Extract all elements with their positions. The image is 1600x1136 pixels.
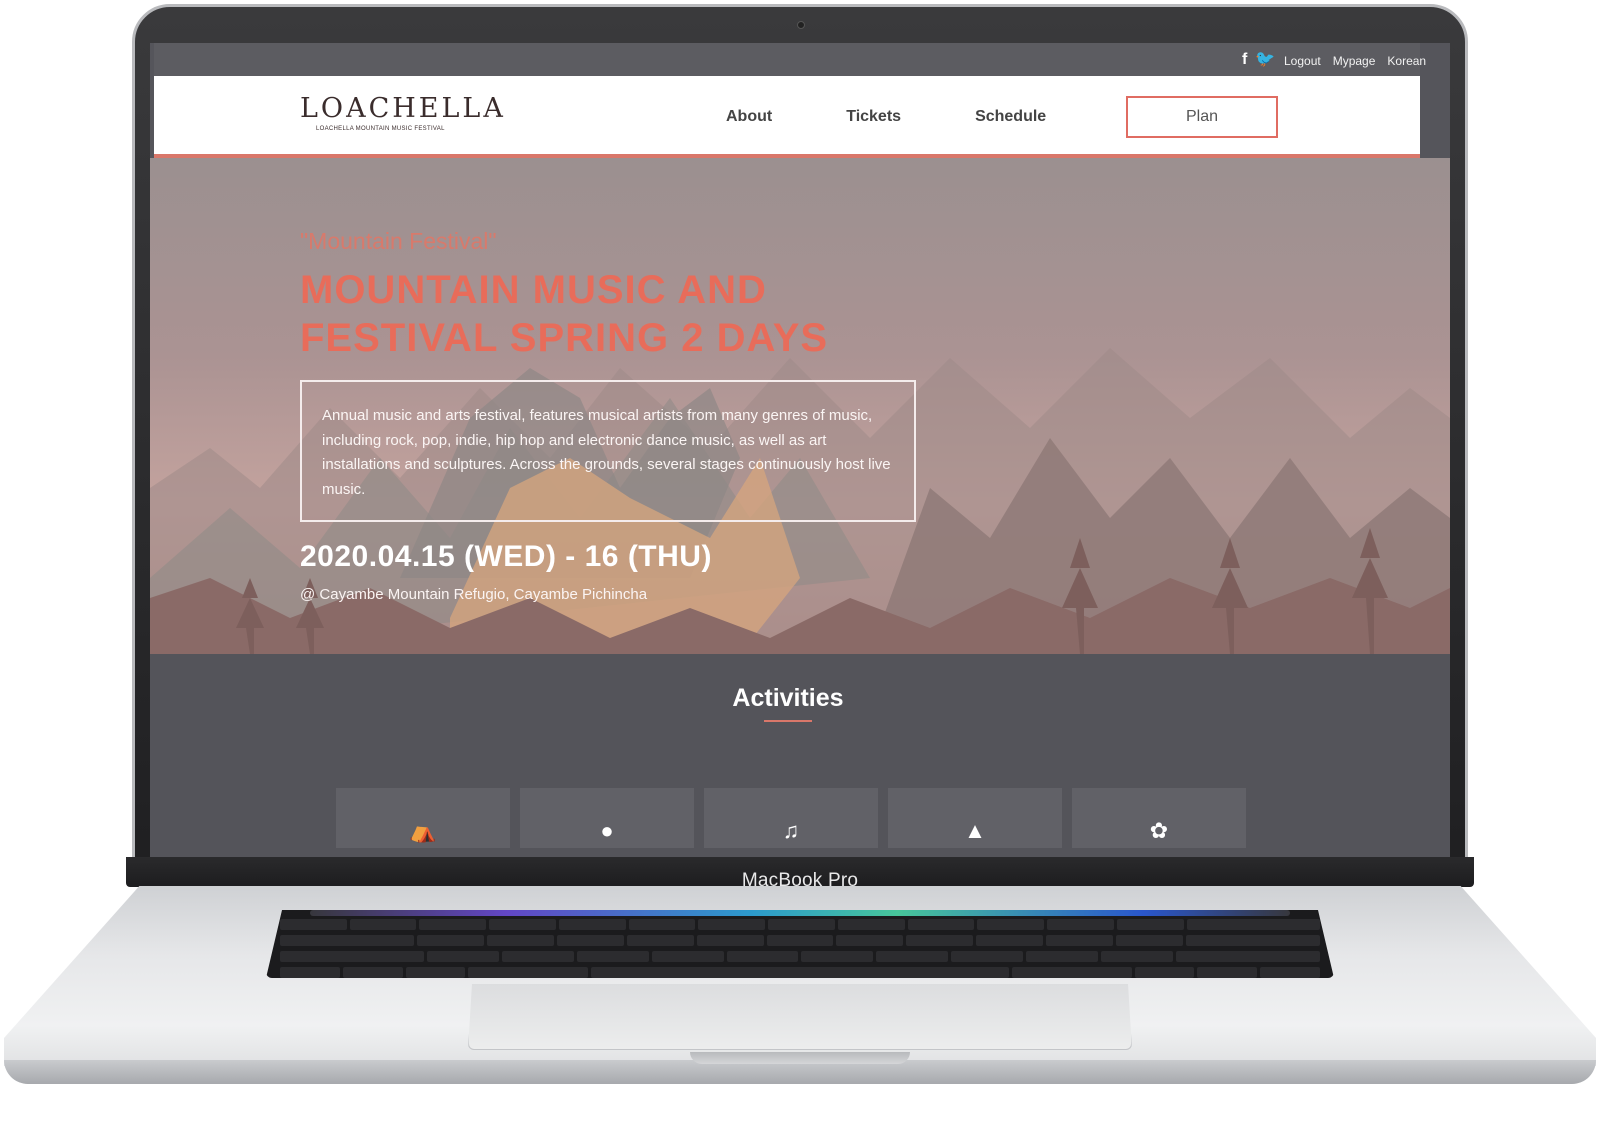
keyboard	[266, 910, 1334, 978]
trackpad	[468, 984, 1132, 1050]
apple-icon: ●	[600, 818, 614, 843]
nav-schedule[interactable]: Schedule	[975, 108, 1046, 126]
hero-title: MOUNTAIN MUSIC AND FESTIVAL SPRING 2 DAY…	[300, 268, 829, 360]
main-navbar: LOACHELLA LOACHELLA MOUNTAIN MUSIC FESTI…	[154, 76, 1420, 158]
activity-card[interactable]: ♫	[704, 788, 878, 848]
activities-title: Activities	[732, 684, 844, 712]
account-links: Logout Mypage Korean	[1284, 54, 1426, 68]
activity-cards: ⛺ ● ♫ ▲ ✿	[336, 788, 1246, 848]
logout-link[interactable]: Logout	[1284, 54, 1321, 68]
top-utility-bar: f 🐦 Logout Mypage Korean	[154, 43, 1426, 76]
activity-card[interactable]: ⛺	[336, 788, 510, 848]
twitter-icon[interactable]: 🐦	[1255, 52, 1275, 68]
facebook-icon[interactable]: f	[1242, 52, 1247, 68]
plan-button[interactable]: Plan	[1126, 96, 1278, 138]
logo-subtitle: LOACHELLA MOUNTAIN MUSIC FESTIVAL	[316, 126, 445, 132]
activity-card[interactable]: ▲	[888, 788, 1062, 848]
activity-card[interactable]: ✿	[1072, 788, 1246, 848]
activity-card[interactable]: ●	[520, 788, 694, 848]
activities-section: Activities ⛺ ● ♫ ▲ ✿	[150, 654, 1450, 857]
site-logo[interactable]: LOACHELLA LOACHELLA MOUNTAIN MUSIC FESTI…	[300, 93, 506, 133]
tent-icon: ⛺	[409, 818, 437, 843]
laptop-screen: f 🐦 Logout Mypage Korean LOACHELLA LOACH…	[150, 43, 1450, 857]
social-links: f 🐦	[1242, 52, 1275, 68]
lid-opening-notch	[690, 1052, 910, 1064]
hero-quote: "Mountain Festival"	[300, 228, 497, 254]
touch-bar	[310, 910, 1290, 916]
nav-links: About Tickets Schedule	[726, 108, 1120, 126]
festival-venue: @ Cayambe Mountain Refugio, Cayambe Pich…	[300, 586, 648, 603]
hero-description: Annual music and arts festival, features…	[322, 407, 891, 498]
android-icon: ▲	[964, 818, 986, 843]
camera-icon: ✿	[1149, 818, 1169, 843]
festival-date: 2020.04.15 (WED) - 16 (THU)	[300, 540, 712, 573]
nav-about[interactable]: About	[726, 108, 772, 126]
nav-tickets[interactable]: Tickets	[846, 108, 901, 126]
activities-underline	[764, 720, 812, 722]
language-link[interactable]: Korean	[1387, 54, 1426, 68]
mypage-link[interactable]: Mypage	[1333, 54, 1376, 68]
hero-section: "Mountain Festival" MOUNTAIN MUSIC AND F…	[150, 158, 1450, 654]
hero-description-box: Annual music and arts festival, features…	[300, 380, 916, 522]
webcam-icon	[797, 21, 805, 29]
logo-title: LOACHELLA	[300, 93, 506, 124]
music-icon: ♫	[782, 818, 800, 843]
